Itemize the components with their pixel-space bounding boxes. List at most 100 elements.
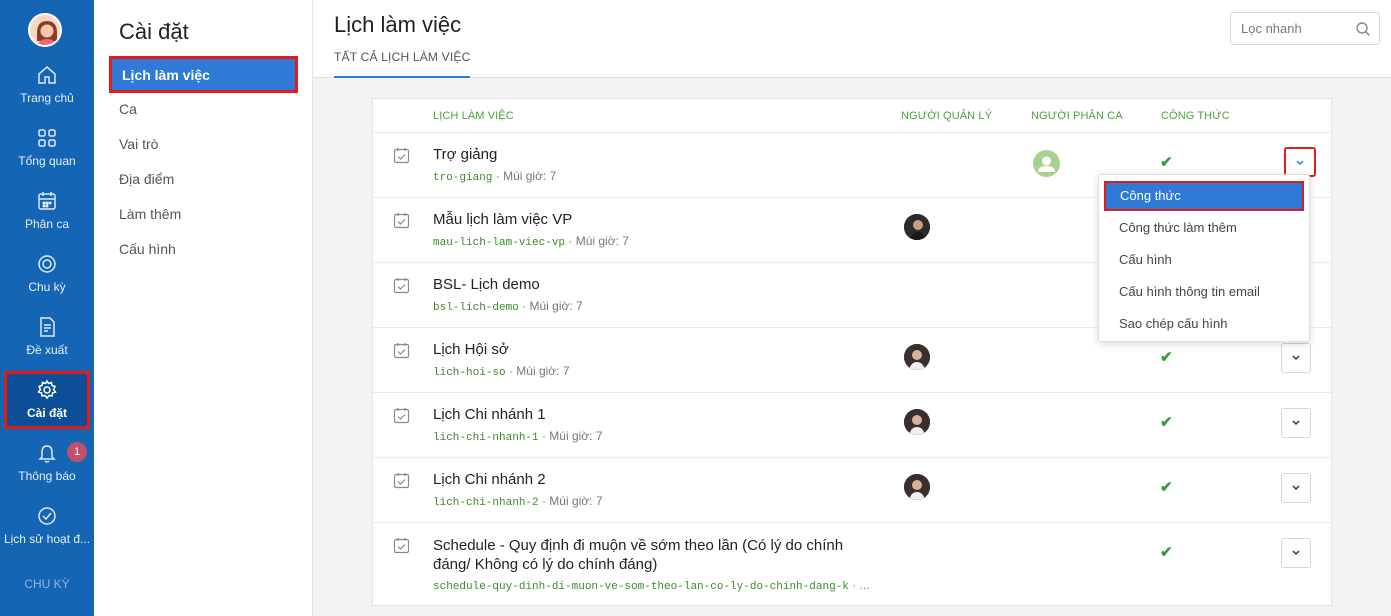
table-header: LỊCH LÀM VIỆC NGƯỜI QUẢN LÝ NGƯỜI PHÂN C… (373, 99, 1331, 133)
calendar-check-icon (393, 408, 410, 424)
table-row[interactable]: Schedule - Quy định đi muộn về sớm theo … (373, 523, 1331, 606)
menu-item-formula[interactable]: Công thức (1104, 181, 1304, 211)
calendar-check-icon (393, 213, 410, 229)
menu-item-config[interactable]: Cấu hình (1099, 244, 1311, 276)
settings-item-role[interactable]: Vai trò (119, 127, 299, 161)
schedule-slug: mau-lich-lam-viec-vp (433, 237, 566, 249)
schedule-timezone: · Múi giờ: 7 (565, 234, 629, 248)
schedule-meta: schedule-quy-dinh-di-muon-ve-som-theo-la… (433, 578, 873, 593)
rail-item-settings[interactable]: Cài đặt (4, 371, 90, 429)
manager-avatar (904, 214, 930, 240)
rail-item-shift[interactable]: Phân ca (0, 190, 94, 246)
chevron-down-icon (1292, 485, 1300, 491)
schedule-timezone: · Múi giờ: 7 (538, 494, 603, 508)
main-header: Lịch làm việc TẤT CẢ LỊCH LÀM VIỆC (313, 0, 1391, 78)
quick-filter (1230, 12, 1380, 45)
rail-label: Đề xuất (26, 343, 68, 357)
schedule-slug: lich-chi-nhanh-1 (433, 432, 539, 444)
schedule-meta: mau-lich-lam-viec-vp · Múi giờ: 7 (433, 234, 629, 249)
rail-item-history[interactable]: Lịch sử hoạt đ... (0, 505, 94, 561)
schedule-timezone: · ... (848, 578, 870, 592)
settings-item-schedule[interactable]: Lịch làm việc (109, 56, 298, 93)
rail-item-overview[interactable]: Tổng quan (0, 127, 94, 183)
row-actions-dropdown[interactable] (1281, 408, 1311, 438)
schedule-meta: lich-chi-nhanh-1 · Múi giờ: 7 (433, 429, 603, 444)
column-header-manager: NGƯỜI QUẢN LÝ (901, 110, 993, 122)
rail-section-label: CHU KỲ (24, 577, 70, 591)
bell-icon (38, 445, 56, 463)
document-icon (40, 317, 55, 337)
schedule-timezone: · Múi giờ: 7 (538, 429, 603, 443)
settings-item-location[interactable]: Địa điểm (119, 162, 299, 196)
schedule-name[interactable]: Schedule - Quy định đi muộn về sớm theo … (433, 536, 873, 574)
manager-avatar (904, 409, 930, 435)
user-avatar[interactable] (28, 13, 62, 47)
settings-title: Cài đặt (119, 19, 189, 44)
schedule-name[interactable]: Mẫu lịch làm việc VP (433, 211, 572, 228)
chevron-down-icon (1292, 420, 1300, 426)
formula-check-icon: ✔ (1160, 479, 1173, 496)
rail-item-home[interactable]: Trang chủ (0, 64, 94, 120)
cycle-icon (38, 255, 56, 273)
calendar-check-icon (393, 343, 410, 359)
row-actions-dropdown[interactable] (1284, 147, 1316, 177)
schedule-meta: lich-hoi-so · Múi giờ: 7 (433, 364, 570, 379)
menu-item-copy-config[interactable]: Sao chép cấu hình (1099, 308, 1311, 340)
schedule-slug: lich-hoi-so (433, 367, 506, 379)
row-actions-dropdown[interactable] (1281, 473, 1311, 503)
rail-label: Chu kỳ (28, 280, 66, 294)
manager-avatar (904, 474, 930, 500)
chevron-down-icon (1292, 550, 1300, 556)
rail-label: Phân ca (24, 217, 70, 231)
search-input[interactable] (1231, 13, 1349, 44)
schedule-name[interactable]: Trợ giảng (433, 146, 497, 163)
gear-icon (37, 379, 57, 400)
column-header-schedule: LỊCH LÀM VIỆC (433, 110, 514, 122)
calendar-check-icon (393, 473, 410, 489)
rail-label: Cài đặt (26, 406, 67, 420)
menu-item-overtime-formula[interactable]: Công thức làm thêm (1099, 212, 1311, 244)
schedule-meta: lich-chi-nhanh-2 · Múi giờ: 7 (433, 494, 603, 509)
schedule-slug: lich-chi-nhanh-2 (433, 497, 539, 509)
calendar-check-icon (393, 278, 410, 294)
row-actions-menu: Công thức Công thức làm thêm Cấu hình Cấ… (1098, 174, 1310, 342)
table-row[interactable]: Lịch Chi nhánh 2 lich-chi-nhanh-2 · Múi … (373, 458, 1331, 523)
search-icon[interactable] (1355, 21, 1371, 37)
notification-badge: 1 (67, 442, 87, 462)
rail-item-proposal[interactable]: Đề xuất (0, 316, 94, 372)
schedule-meta: tro-giang · Múi giờ: 7 (433, 169, 556, 184)
formula-check-icon: ✔ (1160, 414, 1173, 431)
check-circle-icon (38, 507, 56, 525)
home-icon (38, 66, 56, 84)
rail-item-cycle[interactable]: Chu kỳ (0, 253, 94, 309)
manager-avatar (904, 344, 930, 370)
formula-check-icon: ✔ (1160, 349, 1173, 366)
settings-panel: Cài đặt Lịch làm việc Ca Vai trò Địa điể… (94, 0, 313, 616)
menu-item-email-config[interactable]: Cấu hình thông tin email (1099, 276, 1311, 308)
schedule-name[interactable]: Lịch Hội sở (433, 341, 509, 358)
chevron-down-icon (1292, 355, 1300, 361)
tab-all-schedules[interactable]: TẤT CẢ LỊCH LÀM VIỆC (334, 50, 471, 78)
table-row[interactable]: Lịch Chi nhánh 1 lich-chi-nhanh-1 · Múi … (373, 393, 1331, 458)
schedule-name[interactable]: Lịch Chi nhánh 1 (433, 406, 546, 423)
schedule-timezone: · Múi giờ: 7 (492, 169, 557, 183)
rail-label: Lịch sử hoạt đ... (3, 532, 91, 546)
schedule-name[interactable]: BSL- Lịch demo (433, 276, 540, 293)
schedule-slug: bsl-lich-demo (433, 302, 519, 314)
rail-label: Thông báo (18, 469, 76, 483)
schedule-name[interactable]: Lịch Chi nhánh 2 (433, 471, 546, 488)
row-actions-dropdown[interactable] (1281, 538, 1311, 568)
assigner-avatar (1033, 150, 1060, 177)
formula-check-icon: ✔ (1160, 544, 1173, 561)
schedule-slug: schedule-quy-dinh-di-muon-ve-som-theo-la… (433, 581, 849, 593)
left-rail: Trang chủ Tổng quan Phân ca Chu kỳ Đề xu… (0, 0, 94, 616)
calendar-check-icon (393, 538, 410, 554)
column-header-formula: CÔNG THỨC (1161, 110, 1230, 122)
settings-item-shift[interactable]: Ca (119, 92, 299, 126)
formula-check-icon: ✔ (1160, 154, 1173, 171)
settings-item-config[interactable]: Cấu hình (119, 232, 299, 266)
settings-item-overtime[interactable]: Làm thêm (119, 197, 299, 231)
rail-label: Trang chủ (20, 91, 74, 105)
row-actions-dropdown[interactable] (1281, 343, 1311, 373)
schedule-slug: tro-giang (433, 172, 493, 184)
